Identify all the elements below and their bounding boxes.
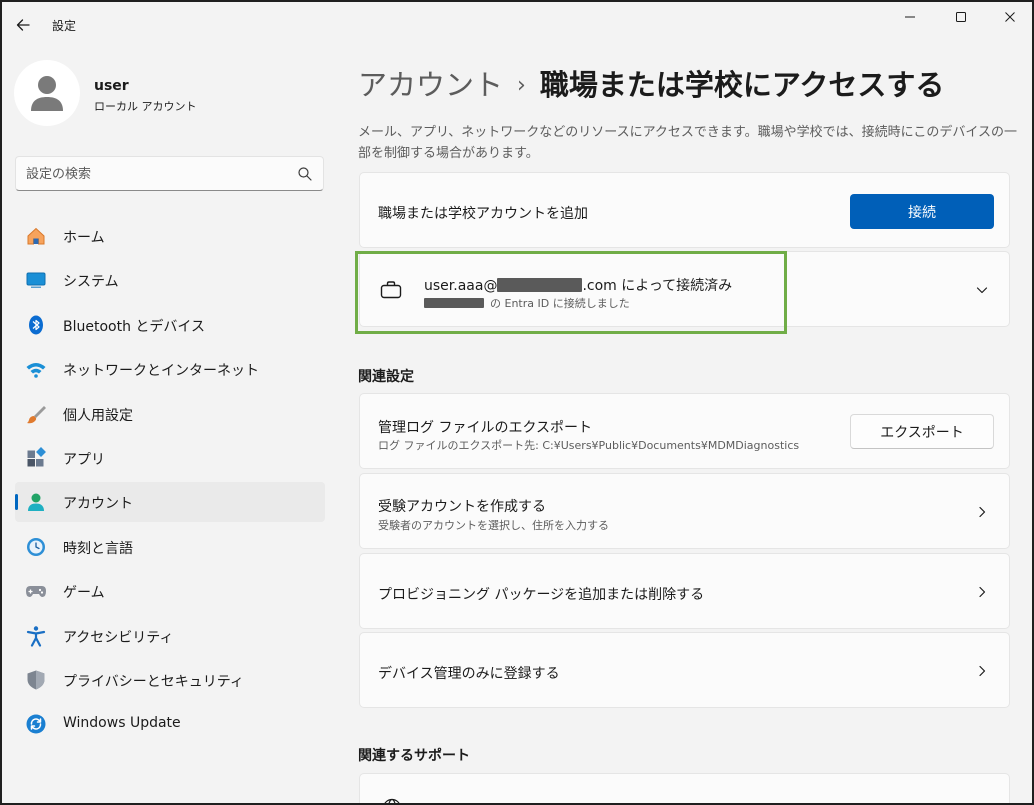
breadcrumb-accounts[interactable]: アカウント	[358, 68, 503, 102]
sidebar-item-bluetooth[interactable]: Bluetooth とデバイス	[15, 305, 325, 345]
page-title: 職場または学校にアクセスする	[539, 68, 945, 102]
sidebar-item-windows-update[interactable]: Windows Update	[15, 704, 325, 744]
chevron-down-icon[interactable]	[975, 283, 989, 297]
briefcase-icon	[380, 281, 402, 299]
sidebar-item-privacy-security[interactable]: プライバシーとセキュリティ	[15, 660, 325, 700]
maximize-icon	[956, 12, 966, 22]
sidebar-item-gaming[interactable]: ゲーム	[15, 571, 325, 611]
export-button[interactable]: エクスポート	[850, 414, 994, 449]
minimize-button[interactable]	[887, 4, 933, 30]
search-box	[15, 156, 324, 191]
search-input[interactable]	[26, 164, 286, 184]
profile-name: user	[94, 78, 129, 94]
exam-account-subtitle: 受験者のアカウントを選択し、住所を入力する	[378, 519, 609, 532]
connected-account-card[interactable]: user.aaa@ .com によって接続済み の Entra ID に接続しまし…	[359, 251, 1010, 327]
sidebar-item-accessibility[interactable]: アクセシビリティ	[15, 616, 325, 656]
brush-icon	[27, 405, 46, 423]
shield-icon	[27, 670, 45, 690]
sidebar-item-system[interactable]: システム	[15, 260, 325, 300]
sidebar-item-apps[interactable]: アプリ	[15, 438, 325, 478]
close-button[interactable]	[987, 4, 1032, 30]
sidebar-nav: ホーム システム Bluetooth とデバイス ネットワークとインターネット …	[15, 216, 325, 749]
avatar[interactable]	[14, 60, 80, 126]
gamepad-icon	[26, 586, 46, 598]
provisioning-card[interactable]: プロビジョニング パッケージを追加または削除する	[359, 553, 1010, 629]
exam-account-title: 受験アカウントを作成する	[378, 499, 546, 515]
add-account-card: 職場または学校アカウントを追加 接続	[359, 172, 1010, 248]
account-icon	[28, 493, 44, 512]
sidebar-item-time-language[interactable]: 時刻と言語	[15, 527, 325, 567]
export-logs-subtitle: ログ ファイルのエクスポート先: C:¥Users¥Public¥Documen…	[378, 439, 800, 452]
app-title: 設定	[52, 19, 77, 33]
redacted-org	[424, 298, 484, 308]
export-logs-card: 管理ログ ファイルのエクスポート ログ ファイルのエクスポート先: C:¥Use…	[359, 393, 1010, 469]
arrow-left-icon	[16, 19, 30, 31]
connect-button[interactable]: 接続	[850, 194, 994, 229]
connected-account-subtitle: の Entra ID に接続しました	[424, 295, 630, 311]
close-icon	[1005, 12, 1015, 22]
apps-icon	[27, 447, 46, 467]
profile-account-type: ローカル アカウント	[94, 100, 197, 113]
exam-account-card[interactable]: 受験アカウントを作成する 受験者のアカウントを選択し、住所を入力する	[359, 473, 1010, 549]
add-account-label: 職場または学校アカウントを追加	[378, 206, 588, 222]
sidebar-item-accounts[interactable]: アカウント	[15, 482, 325, 523]
update-icon	[26, 714, 46, 734]
provisioning-title: プロビジョニング パッケージを追加または削除する	[378, 587, 705, 603]
breadcrumb: アカウント › 職場または学校にアクセスする	[358, 62, 944, 104]
chevron-right-icon	[979, 506, 986, 518]
sidebar-item-personalization[interactable]: 個人用設定	[15, 394, 325, 434]
clock-globe-icon	[27, 537, 45, 556]
maximize-button[interactable]	[938, 4, 984, 30]
sidebar-item-network[interactable]: ネットワークとインターネット	[15, 349, 325, 389]
device-management-title: デバイス管理のみに登録する	[378, 666, 560, 682]
wifi-icon	[26, 363, 46, 378]
person-icon	[31, 76, 63, 111]
connected-account-title: user.aaa@ .com によって接続済み	[424, 278, 733, 294]
title-bar: 設定	[2, 2, 1032, 48]
globe-icon	[384, 798, 400, 803]
sidebar-item-home[interactable]: ホーム	[15, 216, 325, 256]
home-icon	[27, 227, 45, 245]
back-button[interactable]	[12, 14, 34, 36]
system-icon	[26, 272, 46, 289]
search-icon[interactable]	[297, 166, 313, 182]
page-description: メール、アプリ、ネットワークなどのリソースにアクセスできます。職場や学校では、接…	[358, 125, 1017, 161]
related-support-card[interactable]	[359, 773, 1010, 803]
related-support-heading: 関連するサポート	[358, 748, 470, 764]
settings-window: 設定 user ローカル アカウント ホーム システム	[0, 0, 1034, 805]
related-settings-heading: 関連設定	[358, 369, 414, 385]
breadcrumb-separator: ›	[517, 73, 526, 98]
redacted-domain	[497, 278, 583, 292]
accessibility-icon	[26, 625, 46, 647]
export-logs-title: 管理ログ ファイルのエクスポート	[378, 420, 593, 436]
chevron-right-icon	[979, 665, 986, 677]
bluetooth-icon	[29, 315, 43, 335]
minimize-icon	[905, 16, 915, 18]
chevron-right-icon	[979, 586, 986, 598]
device-management-card[interactable]: デバイス管理のみに登録する	[359, 632, 1010, 708]
